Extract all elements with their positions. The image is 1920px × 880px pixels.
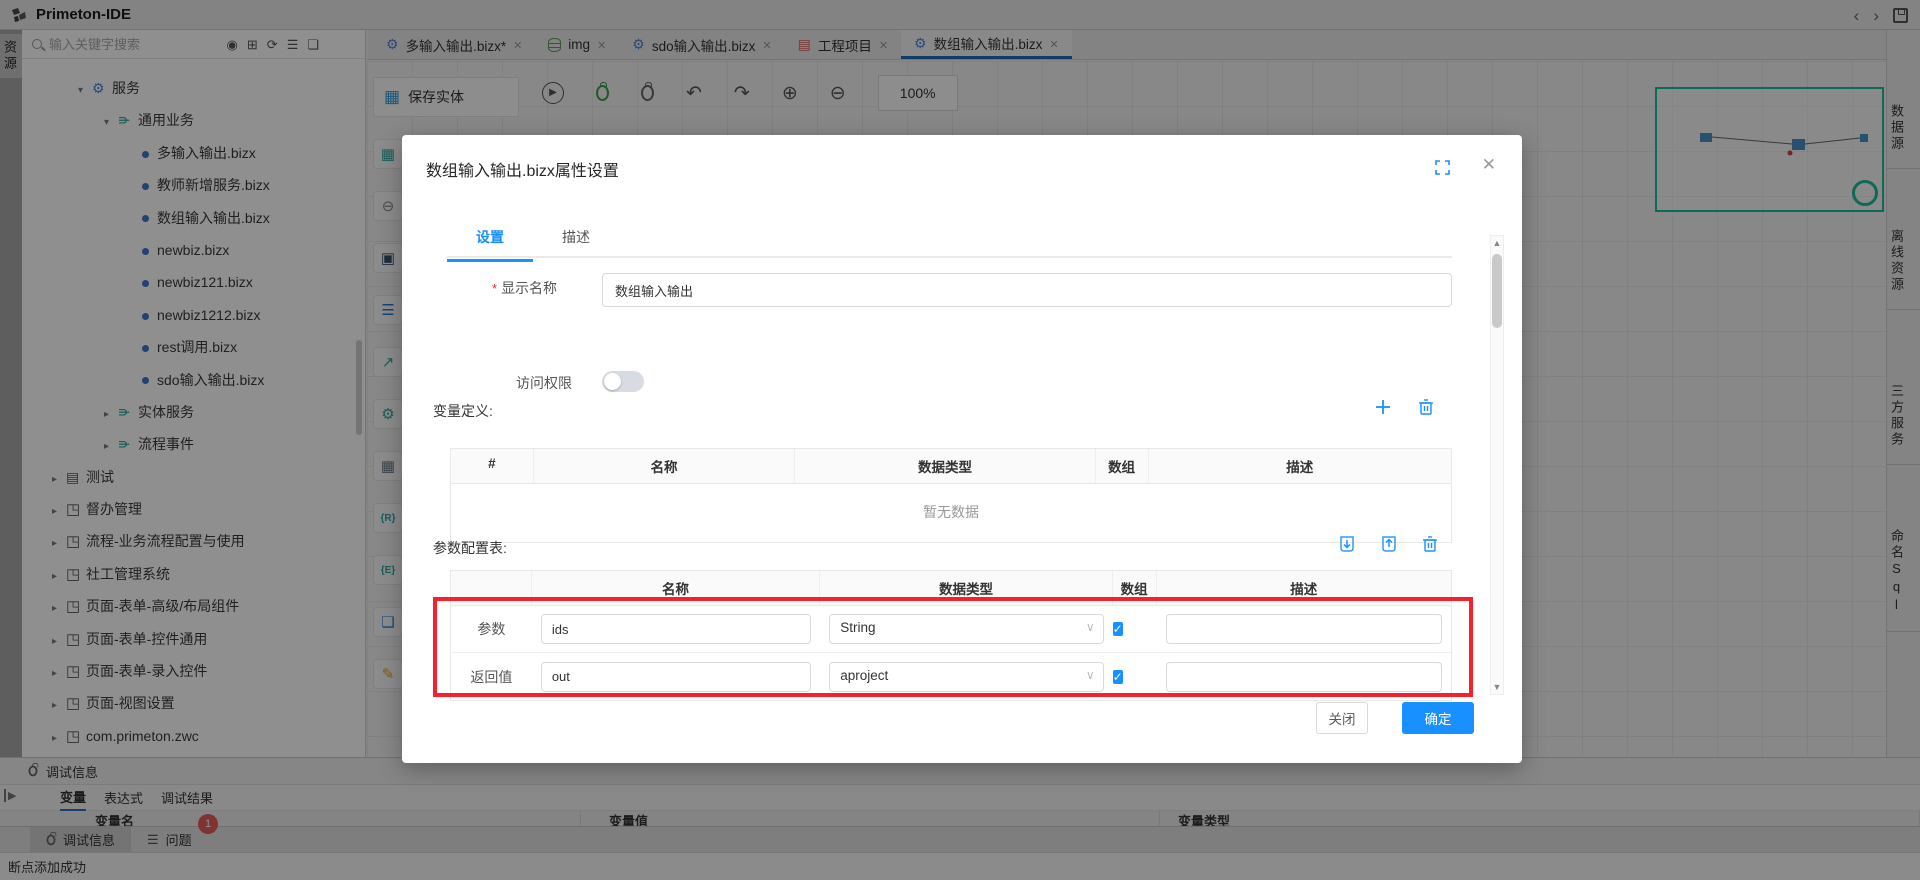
- param-desc-input[interactable]: [1166, 614, 1442, 644]
- params-table: 名称 数据类型 数组 描述 参数 String 返回值 aproject: [450, 570, 1452, 701]
- access-label: 访问权限: [516, 373, 572, 393]
- properties-dialog: 数组输入输出.bizx属性设置 设置 描述 * 显示名称 访问权限 变量定义:: [402, 135, 1522, 763]
- close-icon[interactable]: [1482, 155, 1496, 175]
- delete-variable-icon[interactable]: [1418, 398, 1434, 416]
- col-index: #: [451, 449, 534, 483]
- tab-track: [447, 256, 1452, 258]
- display-name-input[interactable]: [602, 273, 1452, 307]
- param-row-input: 参数 String: [451, 606, 1451, 653]
- ide-window: Primeton-IDE ‹ › 资源 服务 通用业务 多输入输出.bizx: [0, 0, 1920, 880]
- add-variable-icon[interactable]: [1374, 398, 1392, 416]
- row-kind: 返回值: [451, 667, 532, 687]
- return-array-checkbox[interactable]: [1113, 670, 1123, 684]
- close-button[interactable]: 关闭: [1316, 702, 1368, 734]
- param-row-return: 返回值 aproject: [451, 653, 1451, 700]
- col-datatype: 数据类型: [795, 449, 1095, 483]
- return-type-select[interactable]: aproject: [829, 662, 1103, 692]
- confirm-button[interactable]: 确定: [1402, 702, 1474, 734]
- row-kind: 参数: [451, 619, 532, 639]
- params-label: 参数配置表:: [433, 538, 507, 558]
- required-asterisk: *: [492, 281, 497, 296]
- display-name-label: 显示名称: [501, 278, 557, 298]
- col-datatype: 数据类型: [820, 571, 1112, 605]
- return-name-input[interactable]: [541, 662, 811, 692]
- return-desc-input[interactable]: [1166, 662, 1442, 692]
- col-array: 数组: [1096, 449, 1149, 483]
- param-type-select[interactable]: String: [829, 614, 1103, 644]
- variables-table: # 名称 数据类型 数组 描述 暂无数据: [450, 448, 1452, 543]
- dialog-title: 数组输入输出.bizx属性设置: [426, 157, 619, 181]
- param-array-checkbox[interactable]: [1113, 622, 1123, 636]
- col-rowkind: [451, 571, 532, 605]
- col-name: 名称: [534, 449, 795, 483]
- scroll-thumb[interactable]: [1492, 254, 1502, 328]
- fullscreen-icon[interactable]: [1435, 160, 1450, 175]
- access-toggle[interactable]: [602, 371, 644, 392]
- delete-param-icon[interactable]: [1422, 535, 1438, 553]
- empty-placeholder: 暂无数据: [451, 484, 1451, 542]
- col-description: 描述: [1157, 571, 1451, 605]
- param-name-input[interactable]: [541, 614, 811, 644]
- scroll-up-icon[interactable]: [1491, 238, 1503, 248]
- col-description: 描述: [1149, 449, 1451, 483]
- import-icon[interactable]: [1338, 535, 1356, 553]
- dialog-scrollbar[interactable]: [1490, 235, 1504, 695]
- col-array: 数组: [1113, 571, 1157, 605]
- export-icon[interactable]: [1380, 535, 1398, 553]
- scroll-down-icon[interactable]: [1491, 682, 1503, 692]
- col-name: 名称: [532, 571, 820, 605]
- variables-label: 变量定义:: [433, 401, 493, 421]
